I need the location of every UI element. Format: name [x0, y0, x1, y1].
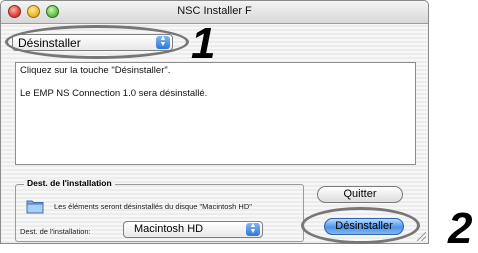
- destination-disk-label: Macintosh HD: [134, 223, 204, 235]
- callout-number-2: 2: [448, 204, 473, 253]
- folder-icon: [26, 200, 44, 214]
- quit-button[interactable]: Quitter: [317, 186, 403, 203]
- destination-disk-popup[interactable]: Macintosh HD ▲ ▼: [123, 221, 263, 238]
- window-title: NSC Installer F: [177, 5, 252, 17]
- resize-grip-icon[interactable]: [417, 232, 426, 241]
- callout-number-1: 1: [191, 19, 216, 68]
- callout-ellipse-popup: [5, 25, 189, 59]
- destination-group: Dest. de l'installation Les éléments ser…: [15, 178, 304, 242]
- destination-group-title: Dest. de l'installation: [24, 178, 115, 188]
- message-line-2: Le EMP NS Connection 1.0 sera désinstall…: [20, 88, 208, 99]
- destination-field-label: Dest. de l'installation:: [20, 227, 91, 236]
- message-line-1: Cliquez sur la touche "Désinstaller".: [20, 65, 171, 76]
- callout-ellipse-button: [301, 207, 420, 244]
- message-panel: Cliquez sur la touche "Désinstaller". Le…: [15, 62, 416, 165]
- destination-info-text: Les éléments seront désinstallés du disq…: [54, 202, 252, 211]
- popup-arrows-icon: ▲ ▼: [246, 222, 260, 236]
